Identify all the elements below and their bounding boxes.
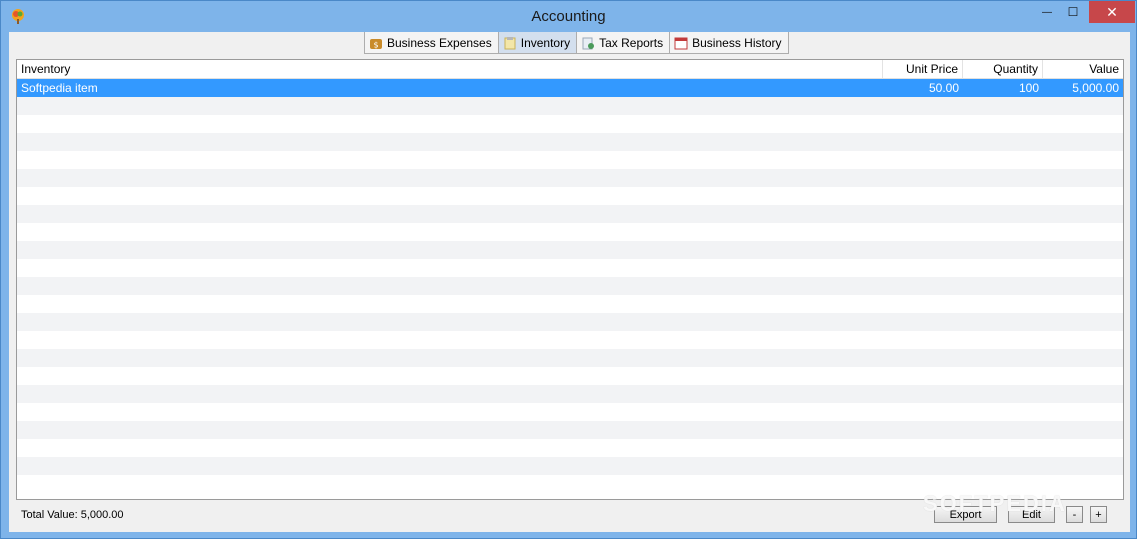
table-row[interactable] — [17, 457, 1123, 475]
table-row[interactable] — [17, 241, 1123, 259]
title-bar[interactable]: Accounting — ☐ ✕ — [1, 1, 1136, 32]
table-row[interactable] — [17, 349, 1123, 367]
cell-inventory: Softpedia item — [21, 81, 98, 95]
tab-label: Inventory — [520, 35, 571, 50]
table-row[interactable] — [17, 295, 1123, 313]
table-row[interactable] — [17, 259, 1123, 277]
tab-bar: $ Business Expenses Inventory Tax Report… — [364, 32, 789, 54]
cell-quantity: 100 — [1018, 81, 1039, 95]
watermark: SOFTPEDIA — [923, 491, 1067, 516]
table-row[interactable] — [17, 313, 1123, 331]
maximize-button[interactable]: ☐ — [1058, 1, 1088, 23]
maximize-icon: ☐ — [1067, 5, 1079, 19]
table-row[interactable] — [17, 367, 1123, 385]
window-title: Accounting — [531, 8, 606, 25]
tab-tax-reports[interactable]: Tax Reports — [576, 32, 670, 54]
column-header-quantity[interactable]: Quantity — [963, 60, 1043, 78]
tab-inventory[interactable]: Inventory — [497, 32, 577, 54]
remove-button[interactable]: - — [1066, 506, 1083, 523]
table-row[interactable] — [17, 97, 1123, 115]
tab-business-expenses[interactable]: $ Business Expenses — [364, 32, 498, 54]
tab-label: Tax Reports — [599, 35, 664, 50]
close-button[interactable]: ✕ — [1089, 1, 1135, 23]
app-window: Accounting — ☐ ✕ $ Business Expenses Inv… — [0, 0, 1137, 539]
table-row[interactable] — [17, 169, 1123, 187]
inventory-list[interactable]: Inventory Unit Price Quantity Value Soft… — [16, 59, 1124, 500]
tab-business-history[interactable]: Business History — [669, 32, 789, 54]
table-row[interactable] — [17, 277, 1123, 295]
calendar-icon — [674, 37, 688, 49]
total-value-label: Total Value: 5,000.00 — [21, 509, 124, 521]
client-area: $ Business Expenses Inventory Tax Report… — [9, 32, 1130, 532]
tab-label: Business Expenses — [387, 35, 492, 50]
column-header-inventory[interactable]: Inventory — [17, 60, 883, 78]
column-header-value[interactable]: Value — [1043, 60, 1123, 78]
cell-unit-price: 50.00 — [928, 81, 959, 95]
table-row[interactable]: Softpedia item 50.00 100 5,000.00 — [17, 79, 1123, 97]
clipboard-icon — [504, 36, 516, 49]
tab-label: Business History — [692, 35, 782, 50]
table-row[interactable] — [17, 151, 1123, 169]
table-row[interactable] — [17, 187, 1123, 205]
table-row[interactable] — [17, 223, 1123, 241]
money-bag-icon: $ — [370, 38, 382, 49]
minimize-icon: — — [1042, 6, 1052, 18]
table-row[interactable] — [17, 133, 1123, 151]
table-row[interactable] — [17, 421, 1123, 439]
table-row[interactable] — [17, 385, 1123, 403]
close-icon: ✕ — [1106, 3, 1118, 20]
list-header: Inventory Unit Price Quantity Value — [17, 60, 1123, 79]
table-row[interactable] — [17, 403, 1123, 421]
svg-text:$: $ — [373, 40, 378, 49]
table-row[interactable] — [17, 205, 1123, 223]
cell-value: 5,000.00 — [1072, 81, 1119, 95]
table-row[interactable] — [17, 331, 1123, 349]
table-row[interactable] — [17, 115, 1123, 133]
table-row[interactable] — [17, 439, 1123, 457]
column-header-unit-price[interactable]: Unit Price — [883, 60, 963, 78]
add-button[interactable]: + — [1090, 506, 1107, 523]
tax-report-icon — [582, 37, 595, 49]
